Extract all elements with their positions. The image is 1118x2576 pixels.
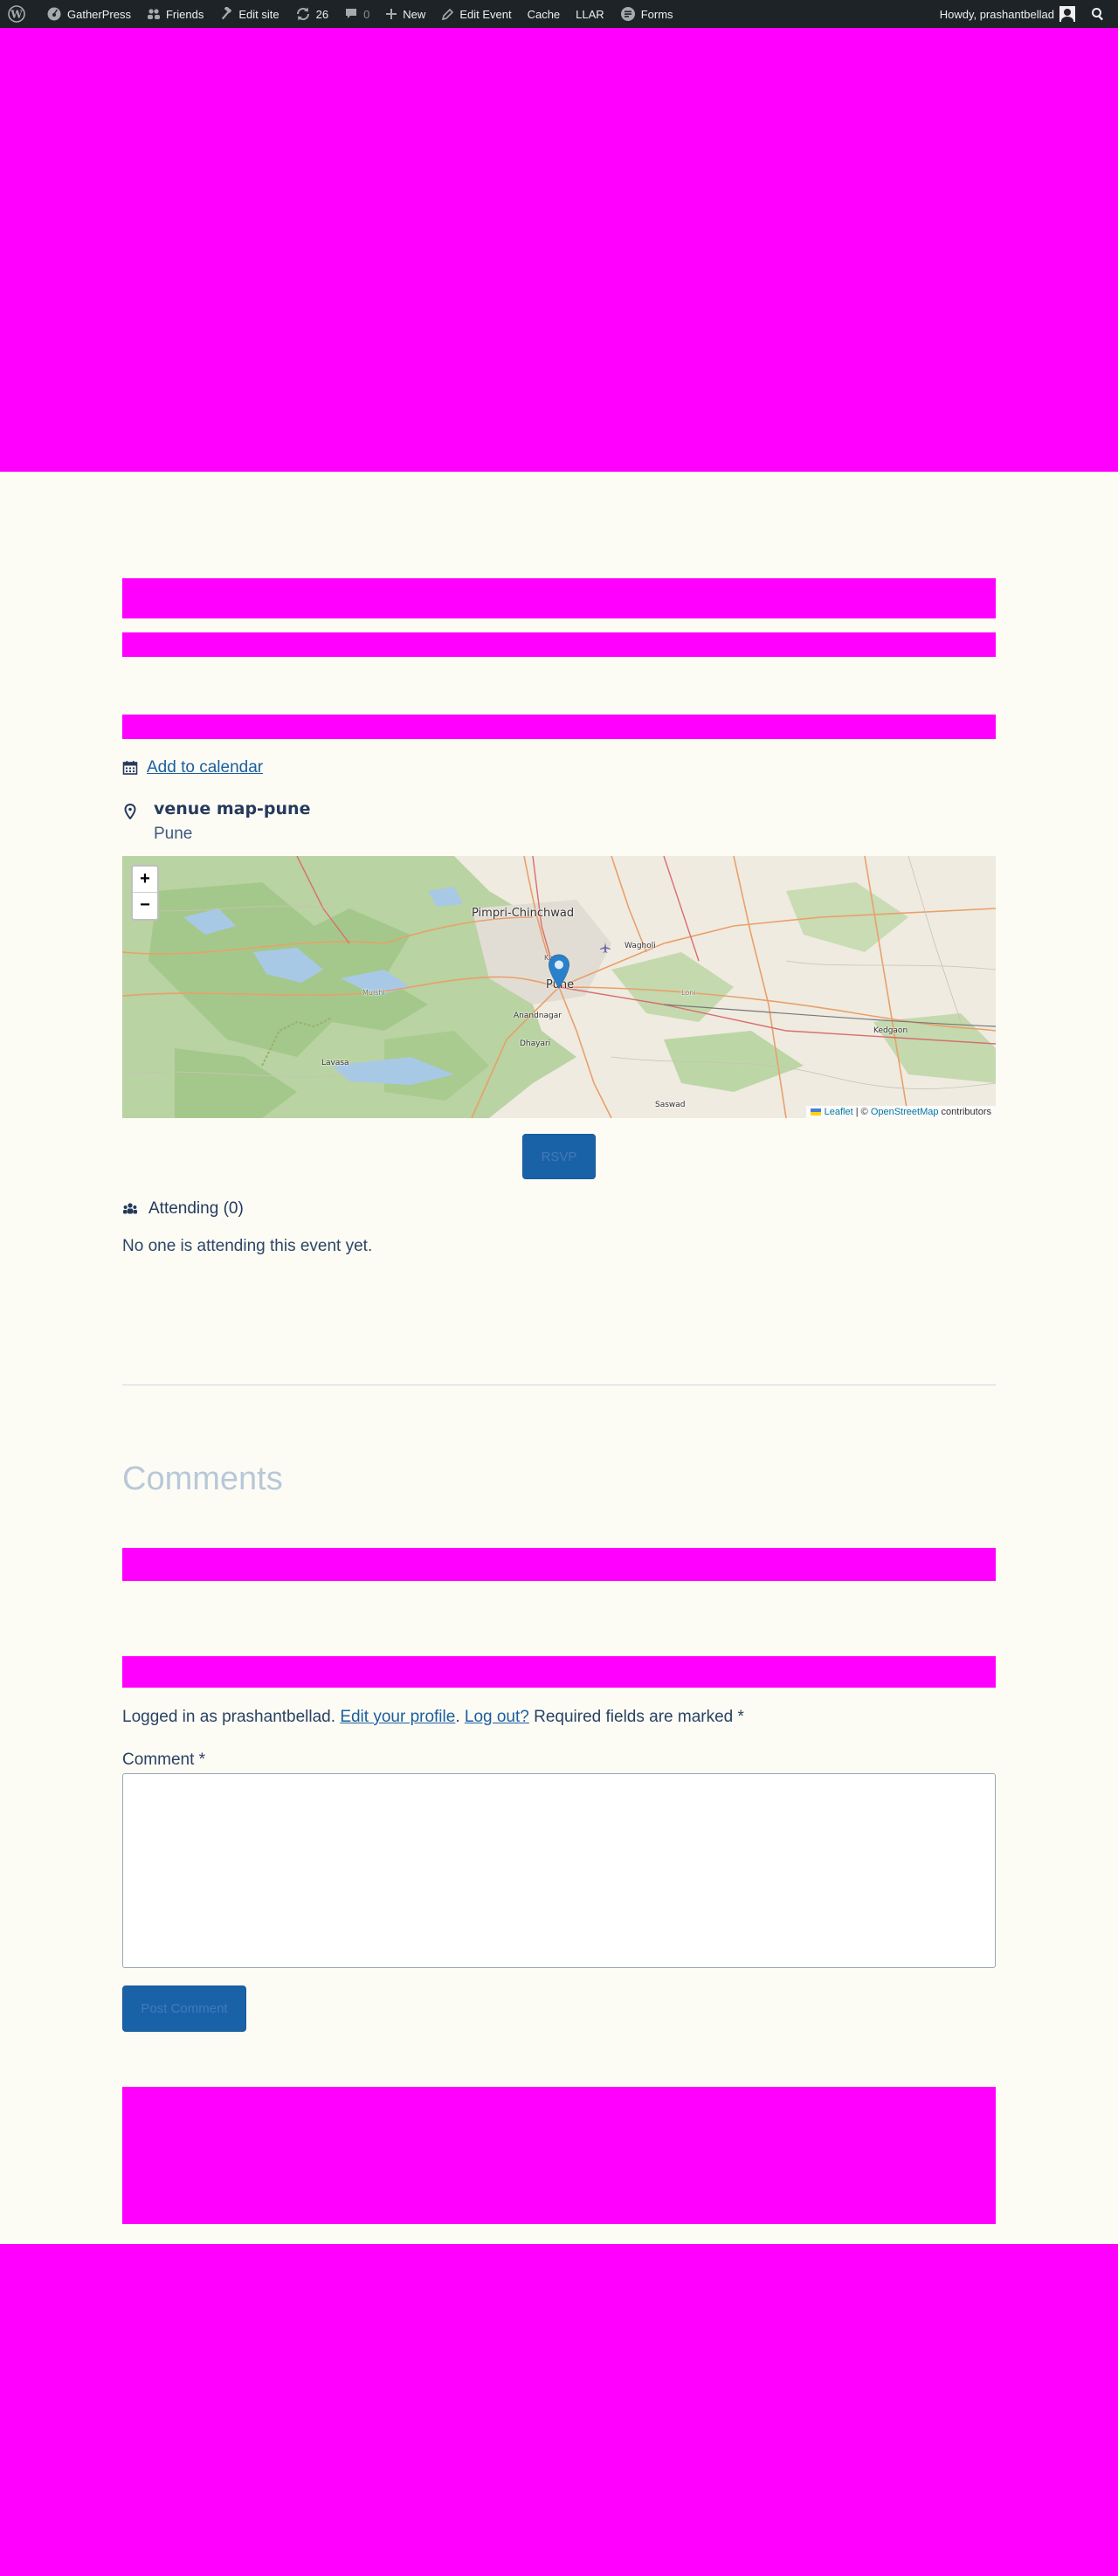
avatar <box>1059 6 1075 22</box>
attribution-separator: | © <box>852 1107 871 1117</box>
meta-placeholder <box>122 632 996 657</box>
dashboard-icon <box>47 7 61 21</box>
reply-title-placeholder <box>122 1656 996 1688</box>
map-label-pimpri: Pimpri-Chinchwad <box>472 907 575 920</box>
cache-label: Cache <box>527 7 561 21</box>
site-name-label: GatherPress <box>67 7 131 21</box>
map-label-wagholi: Wagholi <box>625 942 656 950</box>
svg-text:W: W <box>10 9 23 21</box>
comment-list-placeholder <box>122 1548 996 1581</box>
forms-menu[interactable]: Forms <box>612 0 681 28</box>
cache-menu[interactable]: Cache <box>520 0 569 28</box>
zoom-out-button[interactable]: − <box>133 893 157 919</box>
updates-count: 26 <box>315 7 329 21</box>
llar-label: LLAR <box>576 7 604 21</box>
edit-site-link[interactable]: Edit site <box>211 0 286 28</box>
comments-title: Comments <box>122 1461 283 1497</box>
edit-event-link[interactable]: Edit Event <box>433 0 519 28</box>
required-fields-note: Required fields are marked * <box>528 1708 744 1726</box>
add-to-calendar-row: Add to calendar <box>122 756 263 779</box>
map-label-lavasa: Lavasa <box>321 1059 349 1067</box>
logged-in-text: Logged in as prashantbellad. <box>122 1708 341 1726</box>
attendees-icon <box>123 1203 137 1214</box>
updates-link[interactable]: 26 <box>287 0 336 28</box>
new-content-menu[interactable]: New <box>377 0 433 28</box>
calendar-icon <box>122 761 138 775</box>
rsvp-button[interactable]: RSVP <box>522 1134 596 1179</box>
friends-label: Friends <box>165 7 204 21</box>
comments-count: 0 <box>363 7 370 21</box>
comments-link[interactable]: 0 <box>336 0 377 28</box>
zoom-in-button[interactable]: + <box>133 867 157 893</box>
howdy-label: Howdy, prashantbellad <box>939 7 1054 21</box>
post-comment-button[interactable]: Post Comment <box>122 1986 246 2032</box>
date-placeholder <box>122 715 996 739</box>
comment-textarea[interactable] <box>122 1773 996 1968</box>
ukraine-flag-icon <box>810 1108 821 1115</box>
pencil-icon <box>442 8 454 20</box>
map-label-kedgaon: Kedgaon <box>873 1026 908 1035</box>
leaflet-link[interactable]: Leaflet <box>825 1107 853 1117</box>
comment-bubble-icon <box>346 9 357 18</box>
map-label-mulshi: Mulshi <box>362 989 385 997</box>
map-marker-icon[interactable] <box>548 954 570 989</box>
llar-menu[interactable]: LLAR <box>568 0 612 28</box>
attending-row: Attending (0) <box>122 1198 244 1219</box>
attribution-suffix: contributors <box>938 1107 991 1117</box>
updates-icon <box>296 7 309 21</box>
edit-profile-link[interactable]: Edit your profile <box>340 1708 455 1726</box>
header-placeholder <box>0 28 1118 472</box>
log-out-link[interactable]: Log out? <box>465 1708 529 1726</box>
logged-in-as: Logged in as prashantbellad. Edit your p… <box>122 1708 744 1727</box>
add-to-calendar-link[interactable]: Add to calendar <box>147 758 263 777</box>
edit-site-label: Edit site <box>238 7 280 21</box>
forms-icon <box>620 7 635 21</box>
footer-placeholder <box>0 2244 1118 2576</box>
friends-icon <box>147 9 160 19</box>
forms-label: Forms <box>640 7 673 21</box>
logged-in-separator: . <box>455 1708 465 1726</box>
map-zoom-control: + − <box>131 865 159 921</box>
edit-event-label: Edit Event <box>459 7 512 21</box>
friends-menu[interactable]: Friends <box>139 0 211 28</box>
map-label-loni: Loni <box>681 989 696 997</box>
map-label-anandnagar: Anandnagar <box>514 1012 562 1020</box>
account-menu[interactable]: Howdy, prashantbellad <box>932 0 1083 28</box>
title-placeholder <box>122 578 996 618</box>
hammer-icon <box>222 7 232 20</box>
venue-name: venue map-pune <box>154 799 311 818</box>
new-label: New <box>403 7 426 21</box>
search-icon <box>1092 8 1103 21</box>
map-label-saswad: Saswad <box>655 1101 686 1109</box>
openstreetmap-link[interactable]: OpenStreetMap <box>871 1107 939 1117</box>
wordpress-icon: W <box>8 5 25 23</box>
map-attribution: Leaflet | © OpenStreetMap contributors <box>805 1106 996 1118</box>
admin-bar: W GatherPress Friends Edit site 26 0 New… <box>0 0 1118 28</box>
airport-icon <box>600 943 611 953</box>
location-pin-icon <box>124 804 136 819</box>
no-attendees-message: No one is attending this event yet. <box>122 1237 373 1255</box>
comment-label: Comment * <box>122 1751 206 1769</box>
content-bottom-placeholder <box>122 2087 996 2224</box>
plus-icon <box>386 9 397 19</box>
site-name-menu[interactable]: GatherPress <box>38 0 139 28</box>
wordpress-logo-menu[interactable]: W <box>0 0 38 28</box>
admin-search[interactable] <box>1083 0 1118 28</box>
venue-map[interactable]: Pimpri-Chinchwad Pune Wagholi Anandnagar… <box>122 856 996 1118</box>
map-label-dhayari: Dhayari <box>520 1039 551 1048</box>
attending-label[interactable]: Attending (0) <box>148 1199 244 1219</box>
venue-city: Pune <box>154 825 193 843</box>
